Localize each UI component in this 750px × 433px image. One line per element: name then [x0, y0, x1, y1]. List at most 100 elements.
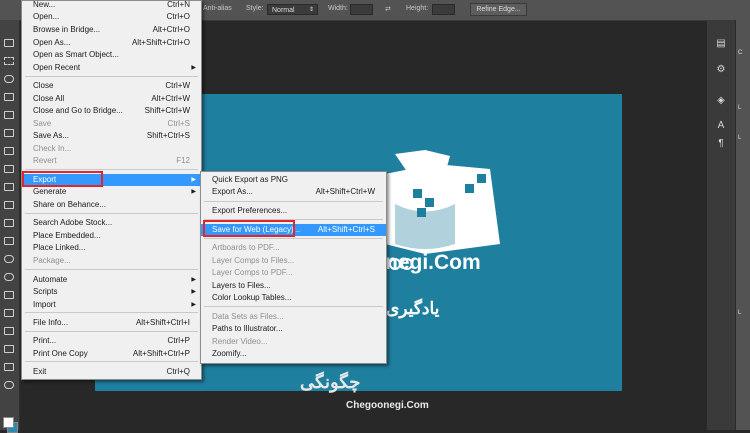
- menu-item-new[interactable]: New... Ctrl+N: [22, 0, 201, 11]
- menu-item-place-linked[interactable]: Place Linked...: [22, 242, 201, 254]
- menu-item-open[interactable]: Open... Ctrl+O: [22, 11, 201, 23]
- panel-tab-c[interactable]: C: [738, 50, 742, 56]
- save-for-web-highlight-box: [203, 220, 295, 237]
- menu-item-search-adobe-stock[interactable]: Search Adobe Stock...: [22, 217, 201, 229]
- pen-tool-icon[interactable]: [3, 290, 15, 300]
- swap-icon[interactable]: ⇄: [385, 5, 391, 13]
- brush-tool-icon[interactable]: [3, 164, 15, 174]
- menu-item-scripts[interactable]: Scripts ▶: [22, 286, 201, 298]
- menu-item-revert: Revert F12: [33, 156, 190, 165]
- menu-item-share-behance[interactable]: Share on Behance...: [22, 199, 201, 211]
- menu-item-exit[interactable]: Exit Ctrl+Q: [22, 366, 201, 378]
- menu-item-package: Package...: [33, 256, 71, 265]
- zoom-tool-icon[interactable]: [3, 380, 15, 390]
- menu-item-export-preferences[interactable]: Export Preferences...: [201, 205, 386, 217]
- shape-tool-icon[interactable]: [3, 344, 15, 354]
- menu-separator: [25, 269, 198, 270]
- style-label: Style:: [246, 5, 264, 12]
- crop-tool-icon[interactable]: [3, 110, 15, 120]
- menu-item-color-lookup-tables[interactable]: Color Lookup Tables...: [201, 292, 386, 304]
- menu-item-paths-illustrator[interactable]: Paths to Illustrator...: [201, 323, 386, 335]
- type-tool-icon[interactable]: [3, 308, 15, 318]
- menu-item-quick-export-png[interactable]: Quick Export as PNG: [201, 174, 386, 186]
- width-label: Width:: [328, 5, 348, 12]
- properties-panel-icon[interactable]: ⚙: [715, 64, 727, 76]
- menu-item-layer-comps-pdf: Layer Comps to PDF...: [212, 268, 293, 277]
- menu-item-open-recent[interactable]: Open Recent ▶: [22, 62, 201, 74]
- panel-tab-l[interactable]: L: [738, 105, 741, 111]
- chevron-updown-icon: ⇕: [308, 7, 314, 13]
- menu-item-check-in: Check In...: [33, 144, 72, 153]
- hand-tool-icon[interactable]: [3, 362, 15, 372]
- menu-separator: [204, 306, 383, 307]
- persian-tagline: یادگیری: [386, 299, 440, 318]
- paths-panel-icon[interactable]: ◈: [715, 95, 727, 107]
- history-panel-icon[interactable]: ▤: [715, 38, 727, 50]
- antialias-checkbox-label[interactable]: Anti-alias: [203, 5, 232, 12]
- panel-tab-li[interactable]: L: [738, 135, 741, 141]
- height-label: Height:: [406, 5, 429, 12]
- style-select[interactable]: Normal ⇕: [267, 4, 318, 15]
- menu-item-layer-comps-files: Layer Comps to Files...: [212, 256, 295, 265]
- menu-item-close-all[interactable]: Close All Alt+Ctrl+W: [22, 93, 201, 105]
- move-tool-icon[interactable]: [3, 38, 15, 48]
- quick-select-tool-icon[interactable]: [3, 92, 15, 102]
- menu-separator: [25, 361, 198, 362]
- foreground-color-swatch[interactable]: [3, 417, 14, 428]
- clone-stamp-tool-icon[interactable]: [3, 182, 15, 192]
- menu-separator: [204, 201, 383, 202]
- character-panel-icon[interactable]: A: [715, 120, 727, 132]
- gradient-tool-icon[interactable]: [3, 236, 15, 246]
- dodge-tool-icon[interactable]: [3, 272, 15, 282]
- brand-text: negi.Com: [385, 251, 481, 274]
- paragraph-panel-icon[interactable]: ¶: [715, 138, 727, 150]
- menu-item-import[interactable]: Import ▶: [22, 299, 201, 311]
- menu-item-close[interactable]: Close Ctrl+W: [22, 80, 201, 92]
- eraser-tool-icon[interactable]: [3, 218, 15, 228]
- history-brush-tool-icon[interactable]: [3, 200, 15, 210]
- eyedropper-tool-icon[interactable]: [3, 128, 15, 138]
- blur-tool-icon[interactable]: [3, 254, 15, 264]
- menu-item-render-video: Render Video...: [212, 337, 268, 346]
- menu-item-place-embedded[interactable]: Place Embedded...: [22, 230, 201, 242]
- menu-item-zoomify[interactable]: Zoomify...: [201, 348, 386, 360]
- menu-separator: [25, 76, 198, 77]
- watermark-latin: Chegoonegi.Com: [346, 400, 429, 411]
- height-input[interactable]: [432, 4, 455, 15]
- menu-item-open-as[interactable]: Open As... Alt+Shift+Ctrl+O: [22, 37, 201, 49]
- collapsed-panels: C L L L: [735, 20, 750, 430]
- menu-item-layers-to-files[interactable]: Layers to Files...: [201, 280, 386, 292]
- menu-item-save-as[interactable]: Save As... Shift+Ctrl+S: [22, 130, 201, 142]
- menu-item-automate[interactable]: Automate ▶: [22, 274, 201, 286]
- style-select-value: Normal: [272, 7, 295, 14]
- menu-separator: [25, 312, 198, 313]
- panel-dock: ▤ ⚙ ◈ A ¶: [706, 20, 735, 430]
- menu-separator: [25, 331, 198, 332]
- export-highlight-box: [22, 171, 103, 187]
- menu-item-data-sets-files: Data Sets as Files...: [212, 312, 284, 321]
- healing-brush-tool-icon[interactable]: [3, 146, 15, 156]
- menu-item-print-one-copy[interactable]: Print One Copy Alt+Shift+Ctrl+P: [22, 348, 201, 360]
- width-input[interactable]: [350, 4, 373, 15]
- marquee-tool-icon[interactable]: [3, 56, 15, 66]
- menu-separator: [204, 238, 383, 239]
- menu-item-export-as[interactable]: Export As... Alt+Shift+Ctrl+W: [201, 186, 386, 198]
- path-select-tool-icon[interactable]: [3, 326, 15, 336]
- menu-item-browse-bridge[interactable]: Browse in Bridge... Alt+Ctrl+O: [22, 24, 201, 36]
- menu-item-generate[interactable]: Generate ▶: [22, 186, 201, 198]
- menu-item-file-info[interactable]: File Info... Alt+Shift+Ctrl+I: [22, 317, 201, 329]
- refine-edge-button[interactable]: Refine Edge...: [470, 3, 527, 16]
- menu-separator: [25, 169, 198, 170]
- tools-panel: [0, 20, 20, 433]
- menu-item-save: Save Ctrl+S: [33, 119, 190, 128]
- panel-tab-l2[interactable]: L: [738, 310, 741, 316]
- menu-item-close-go-bridge[interactable]: Close and Go to Bridge... Shift+Ctrl+W: [22, 105, 201, 117]
- watermark-persian: چگونگی: [300, 372, 361, 392]
- menu-item-open-smart-object[interactable]: Open as Smart Object...: [22, 49, 201, 61]
- file-menu: New... Ctrl+N Open... Ctrl+O Browse in Bri…: [21, 0, 202, 380]
- menu-separator: [25, 213, 198, 214]
- lasso-tool-icon[interactable]: [3, 74, 15, 84]
- export-submenu: Quick Export as PNG Export As... Alt+Shif…: [200, 171, 387, 364]
- menu-item-print[interactable]: Print... Ctrl+P: [22, 335, 201, 347]
- menu-item-artboards-pdf: Artboards to PDF...: [212, 243, 280, 252]
